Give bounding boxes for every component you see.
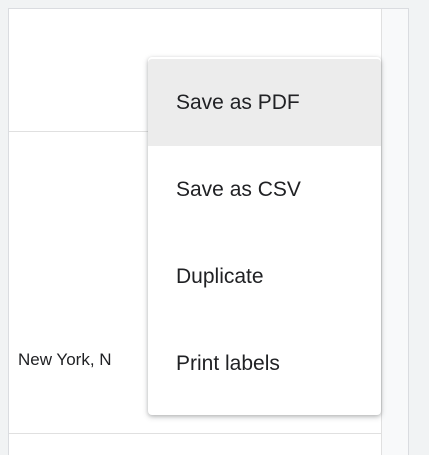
- menu-item-print-labels[interactable]: Print labels: [148, 320, 381, 407]
- menu-item-save-as-pdf[interactable]: Save as PDF: [148, 59, 381, 146]
- row-divider-bottom: [9, 433, 408, 434]
- menu-item-duplicate[interactable]: Duplicate: [148, 233, 381, 320]
- menu-item-save-as-csv[interactable]: Save as CSV: [148, 146, 381, 233]
- location-cell: New York, N: [18, 350, 112, 369]
- context-menu: Save as PDF Save as CSV Duplicate Print …: [148, 57, 381, 415]
- side-panel-edge: [381, 9, 408, 455]
